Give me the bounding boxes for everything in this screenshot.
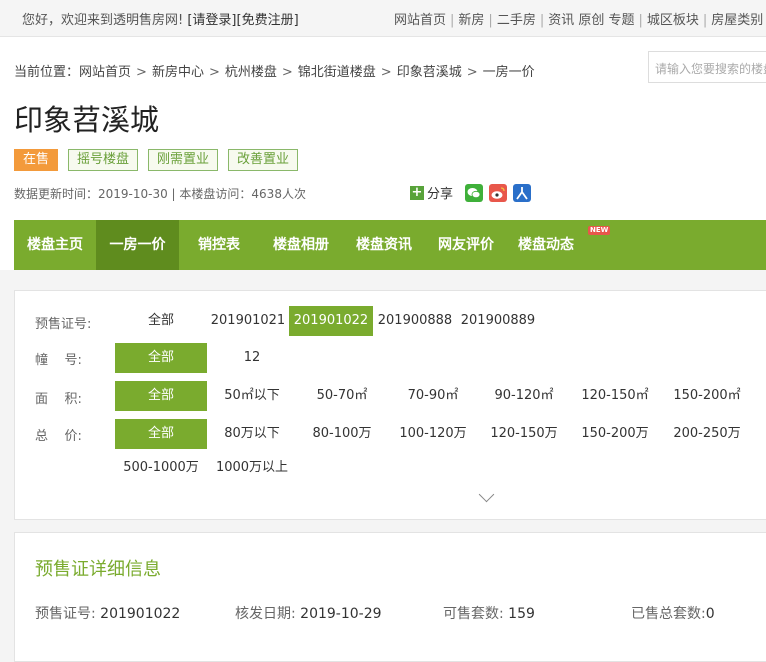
tab-property-home[interactable]: 楼盘主页 [14,220,96,270]
filter-option[interactable]: 100-120万 [387,419,479,449]
filter-option[interactable]: 200-250万 [661,419,753,449]
breadcrumb-home[interactable]: 网站首页 [79,65,131,80]
tab-album[interactable]: 楼盘相册 [259,220,343,270]
available-count-field: 可售套数: 159 [443,606,535,622]
tag-first-home: 刚需置业 [148,149,219,171]
welcome-area: 您好，欢迎来到透明售房网! [请登录][免费注册] [22,9,299,28]
expand-chevron-icon[interactable] [478,486,495,503]
top-nav-home[interactable]: 网站首页 [394,13,446,28]
breadcrumb: 当前位置：网站首页 > 新房中心 > 杭州楼盘 > 锦北街道楼盘 > 印象苕溪城 > 一房一价 [14,65,535,80]
breadcrumb-new-homes[interactable]: 新房中心 [152,65,204,80]
filter-option[interactable]: 500-1000万 [115,453,207,483]
filter-option-selected[interactable]: 全部 [115,343,207,373]
filter-option[interactable]: 全部 [115,306,207,336]
tab-news[interactable]: 楼盘资讯 [343,220,425,270]
share-plus-icon[interactable]: + [410,185,424,200]
breadcrumb-current: 一房一价 [482,65,535,80]
tab-updates[interactable]: 楼盘动态 [507,220,585,270]
weibo-icon[interactable] [489,183,508,202]
permit-number-field: 预售证号: 201901022 [35,606,181,622]
top-nav-news[interactable]: 资讯 原创 专题 [548,13,634,28]
filter-option[interactable]: 80万以下 [207,419,297,449]
login-link[interactable]: [请登录] [187,13,236,28]
filter-option[interactable]: 150-200㎡ [661,381,753,411]
top-nav-second-hand[interactable]: 二手房 [497,13,536,28]
filter-option-selected[interactable]: 全部 [115,419,207,449]
filter-option[interactable]: 12 [207,343,297,373]
tab-reviews[interactable]: 网友评价 [425,220,507,270]
filter-option[interactable]: 201901021 [207,306,289,336]
top-bar: 您好，欢迎来到透明售房网! [请登录][免费注册] 网站首页 | 新房 | 二手房 | 资讯… [0,0,766,37]
breadcrumb-jinbei[interactable]: 锦北街道楼盘 [298,65,376,80]
breadcrumb-prefix: 当前位置： [14,65,80,80]
share-label[interactable]: 分享 [427,183,453,202]
top-nav-new[interactable]: 新房 [458,13,484,28]
register-link[interactable]: [免费注册] [237,13,299,28]
filter-option[interactable]: 80-100万 [297,419,387,449]
filter-option[interactable]: 50-70㎡ [297,381,387,411]
update-info: 数据更新时间：2019-10-30 | 本楼盘访问：4638人次 [14,187,306,201]
wechat-icon[interactable] [465,183,484,202]
filter-option[interactable]: 120-150万 [479,419,569,449]
tab-sales-control[interactable]: 销控表 [179,220,259,270]
share-bar: + 分享 [410,183,532,202]
status-badge: 在售 [14,149,59,171]
tab-price-list[interactable]: 一房一价 [96,220,179,270]
breadcrumb-hangzhou[interactable]: 杭州楼盘 [225,65,277,80]
search-input[interactable]: 请输入您要搜索的楼盘 [648,51,766,83]
permit-detail-panel: 预售证详细信息 预售证号: 201901022 核发日期: 2019-10-29… [14,532,766,662]
issue-date-field: 核发日期: 2019-10-29 [235,606,382,622]
welcome-text: 您好，欢迎来到透明售房网! [22,13,184,28]
filter-option[interactable]: 201900889 [457,306,539,336]
filter-option[interactable]: 1000万以上 [207,453,297,483]
page-title: 印象苕溪城 [14,103,160,137]
new-badge: NEW [588,226,611,235]
filter-label-building: 幢 号: [35,353,82,368]
tag-lottery: 摇号楼盘 [68,149,139,171]
filter-option[interactable]: 90-120㎡ [479,381,569,411]
filter-option[interactable]: 150-200万 [569,419,661,449]
breadcrumb-property[interactable]: 印象苕溪城 [397,65,462,80]
filter-option[interactable]: 201900888 [373,306,457,336]
top-nav-district[interactable]: 城区板块 [647,13,699,28]
section-heading: 预售证详细信息 [35,559,161,580]
top-nav-type[interactable]: 房屋类别 [711,13,763,28]
filter-option[interactable]: 120-150㎡ [569,381,661,411]
top-nav: 网站首页|新房|二手房|资讯 原创 专题|城区板块|房屋类别|透明 [394,13,764,28]
tag-upgrade: 改善置业 [228,149,299,171]
filter-option[interactable]: 70-90㎡ [387,381,479,411]
filter-option[interactable]: 50㎡以下 [207,381,297,411]
filter-option-selected[interactable]: 201901022 [289,306,373,336]
renren-icon[interactable] [513,183,532,202]
property-tags: 在售 摇号楼盘 刚需置业 改善置业 [14,149,308,171]
filter-label-area: 面 积: [35,392,82,407]
filter-option-selected[interactable]: 全部 [115,381,207,411]
sold-count-field: 已售总套数:0 [631,606,715,622]
filter-panel: 预售证号: 全部 201901021 201901022 201900888 2… [14,290,766,520]
filter-label-permit: 预售证号: [35,317,92,332]
property-nav: 楼盘主页 一房一价 销控表 楼盘相册 楼盘资讯 网友评价 楼盘动态 NEW [14,220,766,270]
filter-label-price: 总 价: [35,429,82,444]
